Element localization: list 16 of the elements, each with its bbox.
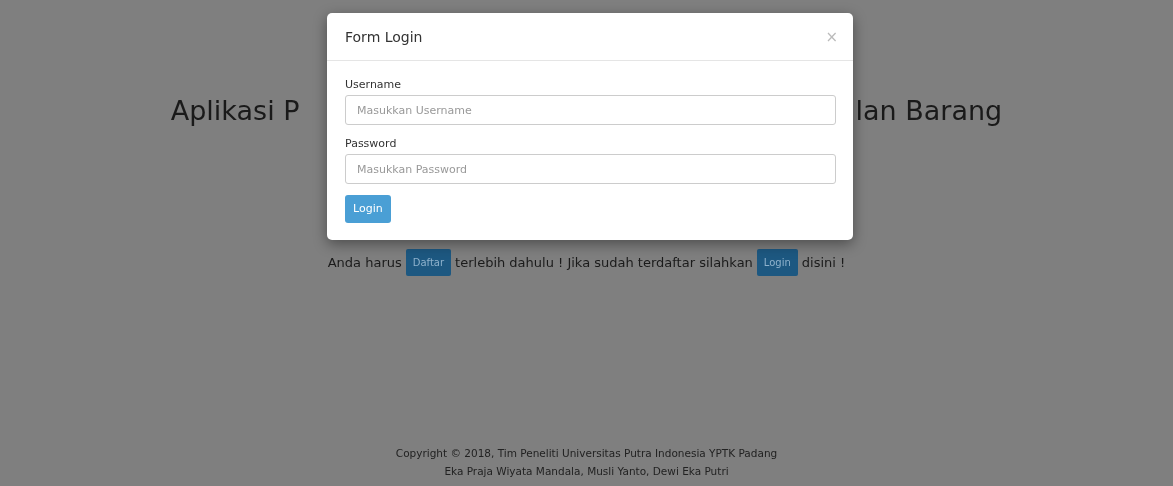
page-heading: lan Barang <box>855 95 1003 128</box>
input-field[interactable]: Masukkan Username <box>345 95 836 125</box>
page-heading: Aplikasi P <box>170 95 300 128</box>
notice-text: terlebih dahulu ! Jika sudah terdaftar silahkan <box>455 254 753 273</box>
notice-text: Anda harus <box>327 254 402 273</box>
login-button[interactable]: Login <box>756 249 798 277</box>
dialog-title: Form Login <box>345 28 423 47</box>
close-button[interactable]: × <box>825 29 838 45</box>
field-label: Password <box>345 136 398 152</box>
input-field[interactable]: Masukkan Password <box>345 154 836 184</box>
footer-text: Copyright © 2018, Tim Peneliti Universitas Putra Indonesia YPTK Padang <box>395 446 778 461</box>
field-label: Username <box>345 77 403 93</box>
notice-text: disini ! <box>801 254 846 273</box>
login-button[interactable]: Login <box>345 195 391 223</box>
register-button[interactable]: Daftar <box>405 249 452 277</box>
footer-text: Eka Praja Wiyata Mandala, Musli Yanto, Dewi Eka Putri <box>443 464 730 479</box>
